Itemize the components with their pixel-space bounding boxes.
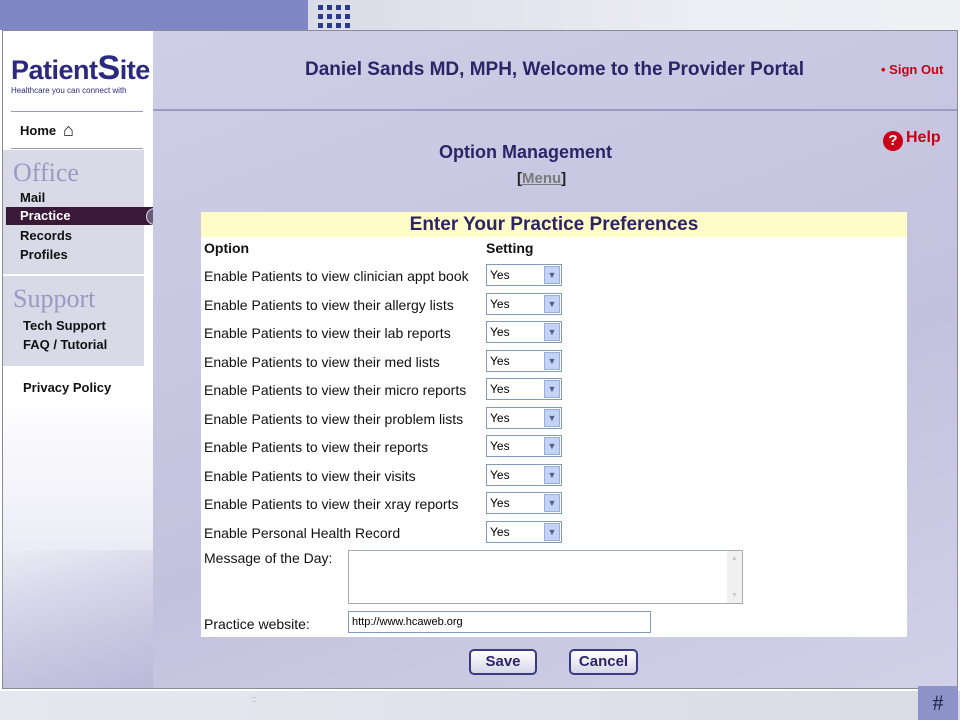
sidebar-divider xyxy=(11,111,143,112)
scroll-up-icon[interactable]: ▲ xyxy=(728,552,741,565)
sidebar-item-privacy-policy[interactable]: Privacy Policy xyxy=(23,380,111,395)
option-row: Enable Patients to view their reports Ye… xyxy=(204,433,904,459)
option-label: Enable Patients to view their allergy li… xyxy=(204,297,454,313)
header-divider xyxy=(153,109,957,111)
setting-select[interactable]: Yes ▼ xyxy=(486,293,562,315)
sidebar-item-profiles[interactable]: Profiles xyxy=(20,247,68,262)
option-label: Enable Patients to view their visits xyxy=(204,468,416,484)
slide-footer-mark: :: xyxy=(252,694,258,704)
cancel-button[interactable]: Cancel xyxy=(569,649,638,675)
help-icon: ? xyxy=(883,131,903,151)
column-header-option: Option xyxy=(204,240,250,256)
main-content: Daniel Sands MD, MPH, Welcome to the Pro… xyxy=(153,31,957,688)
website-label: Practice website: xyxy=(204,616,310,632)
chevron-down-icon[interactable]: ▼ xyxy=(544,437,560,455)
sidebar-item-practice[interactable]: Practice xyxy=(6,207,161,225)
slide-bottom-bar xyxy=(0,691,960,720)
setting-select[interactable]: Yes ▼ xyxy=(486,407,562,429)
slide-page-number: # xyxy=(918,686,958,720)
setting-select[interactable]: Yes ▼ xyxy=(486,264,562,286)
office-section-title: Office xyxy=(13,158,79,187)
sidebar-item-faq[interactable]: FAQ / Tutorial xyxy=(23,337,107,352)
chevron-down-icon[interactable]: ▼ xyxy=(544,323,560,341)
chevron-down-icon[interactable]: ▼ xyxy=(544,352,560,370)
sidebar-divider xyxy=(11,148,143,149)
scrollbar[interactable]: ▲ ▼ xyxy=(727,551,742,603)
chevron-down-icon[interactable]: ▼ xyxy=(544,266,560,284)
setting-select[interactable]: Yes ▼ xyxy=(486,492,562,514)
option-row: Enable Patients to view their allergy li… xyxy=(204,291,904,317)
option-label: Enable Patients to view their problem li… xyxy=(204,411,464,427)
setting-select[interactable]: Yes ▼ xyxy=(486,521,562,543)
option-row: Enable Patients to view their micro repo… xyxy=(204,376,904,402)
website-input[interactable]: http://www.hcaweb.org xyxy=(348,611,651,633)
option-label: Enable Patients to view their med lists xyxy=(204,354,440,370)
motd-textarea[interactable]: ▲ ▼ xyxy=(348,550,743,604)
support-section-title: Support xyxy=(13,284,96,313)
option-row: Enable Patients to view their visits Yes… xyxy=(204,462,904,488)
option-label: Enable Patients to view clinician appt b… xyxy=(204,268,469,284)
chevron-down-icon[interactable]: ▼ xyxy=(544,295,560,313)
chevron-down-icon[interactable]: ▼ xyxy=(544,466,560,484)
sidebar: PatientSite Healthcare you can connect w… xyxy=(3,31,163,688)
slide-dots-icon xyxy=(318,5,350,29)
chevron-down-icon[interactable]: ▼ xyxy=(544,494,560,512)
motd-label: Message of the Day: xyxy=(204,550,333,566)
chevron-down-icon[interactable]: ▼ xyxy=(544,409,560,427)
setting-select[interactable]: Yes ▼ xyxy=(486,350,562,372)
help-link[interactable]: ? Help xyxy=(883,129,941,151)
save-button[interactable]: Save xyxy=(469,649,537,675)
option-row: Enable Patients to view their xray repor… xyxy=(204,490,904,516)
slide-top-bar-left xyxy=(0,0,308,30)
option-row: Enable Patients to view their problem li… xyxy=(204,405,904,431)
welcome-header: Daniel Sands MD, MPH, Welcome to the Pro… xyxy=(305,59,805,80)
setting-select[interactable]: Yes ▼ xyxy=(486,435,562,457)
sidebar-item-records[interactable]: Records xyxy=(20,228,72,243)
column-header-setting: Setting xyxy=(486,240,534,256)
option-label: Enable Patients to view their micro repo… xyxy=(204,382,467,398)
option-label: Enable Personal Health Record xyxy=(204,525,401,541)
option-row: Enable Personal Health Record Yes ▼ xyxy=(204,519,904,545)
sidebar-item-tech-support[interactable]: Tech Support xyxy=(23,318,106,333)
patientsite-logo[interactable]: PatientSite Healthcare you can connect w… xyxy=(11,49,150,95)
slide-top-bar-right xyxy=(308,0,960,30)
chevron-down-icon[interactable]: ▼ xyxy=(544,380,560,398)
portal-window: PatientSite Healthcare you can connect w… xyxy=(2,30,958,689)
option-label: Enable Patients to view their xray repor… xyxy=(204,496,459,512)
option-label: Enable Patients to view their lab report… xyxy=(204,325,451,341)
option-label: Enable Patients to view their reports xyxy=(204,439,429,455)
option-row: Enable Patients to view their med lists … xyxy=(204,348,904,374)
preferences-panel: Enter Your Practice Preferences Option S… xyxy=(201,212,907,637)
setting-select[interactable]: Yes ▼ xyxy=(486,321,562,343)
sign-out-link[interactable]: • Sign Out xyxy=(881,62,943,77)
chevron-down-icon[interactable]: ▼ xyxy=(544,523,560,541)
option-row: Enable Patients to view clinician appt b… xyxy=(204,262,904,288)
menu-link[interactable]: Menu xyxy=(522,170,561,187)
option-row: Enable Patients to view their lab report… xyxy=(204,319,904,345)
sidebar-item-mail[interactable]: Mail xyxy=(20,190,45,205)
setting-select[interactable]: Yes ▼ xyxy=(486,378,562,400)
scroll-down-icon[interactable]: ▼ xyxy=(728,589,741,602)
panel-title: Enter Your Practice Preferences xyxy=(201,212,907,237)
page-title: Option Management xyxy=(439,142,613,162)
menu-breadcrumb: [Menu] xyxy=(517,170,567,187)
sidebar-item-home[interactable]: Home xyxy=(20,123,56,138)
home-icon[interactable]: ⌂ xyxy=(63,120,74,141)
setting-select[interactable]: Yes ▼ xyxy=(486,464,562,486)
